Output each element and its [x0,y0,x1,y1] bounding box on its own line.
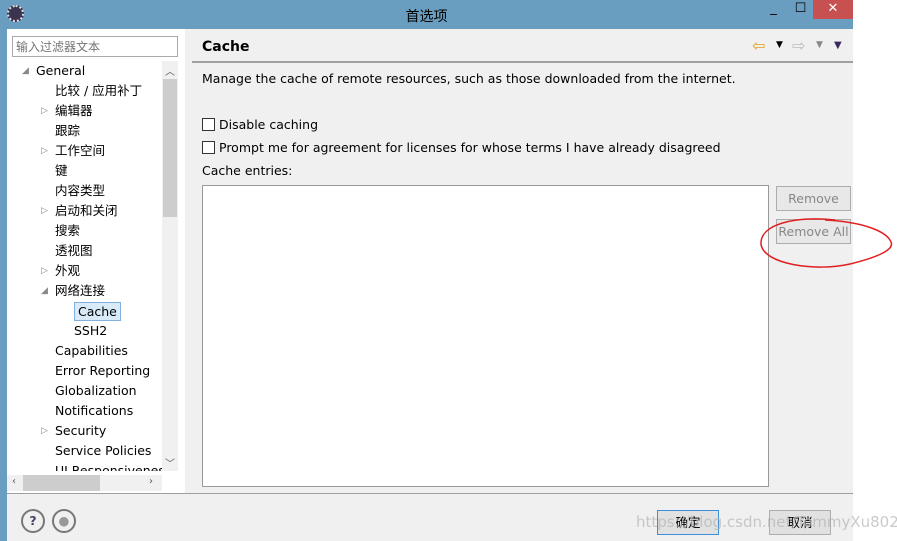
checkbox-box[interactable] [202,118,215,131]
window-title: 首选项 [405,9,448,25]
tree-item-label: 比较 / 应用补丁 [55,83,143,98]
checkbox-label: Disable caching [219,117,318,132]
tree-item-label: Error Reporting [55,363,151,378]
red-annotation-circle [760,218,893,268]
tree-item[interactable]: SSH2 [7,321,162,341]
preference-tree: ◢ General 比较 / 应用补丁 ▷ 编辑器跟踪 ▷ 工作空间键内容类型 ▷ 启动和关闭搜… [7,61,162,471]
tree-item-label: Security [55,423,107,438]
checkbox-box[interactable] [202,141,215,154]
scroll-thumb[interactable] [163,79,177,217]
tree-item[interactable]: Cache [7,301,162,321]
sidebar: ◢ General 比较 / 应用补丁 ▷ 编辑器跟踪 ▷ 工作空间键内容类型 ▷ 启动和关闭搜… [7,29,185,493]
footer-divider [7,493,853,494]
scroll-right-icon[interactable]: › [149,476,153,487]
tree-item-label: Capabilities [55,343,128,358]
remove-button[interactable]: Remove [776,186,851,211]
back-menu-icon[interactable]: ▼ [776,40,783,50]
tree-item-label: 搜索 [55,223,81,238]
tree-item[interactable]: ▷ 启动和关闭 [7,201,162,221]
checkbox-label: Prompt me for agreement for licenses for… [219,140,721,155]
tree-item-label: 内容类型 [55,183,106,198]
tree-item[interactable]: Notifications [7,401,162,421]
tree-item-label: 网络连接 [55,283,106,298]
tree-item[interactable]: ◢ 网络连接 [7,281,162,301]
tree-item[interactable]: Service Policies [7,441,162,461]
tree-item-label: General [36,63,86,78]
tree-item[interactable]: ◢ General [7,61,162,81]
page-header: Cache ⇦ ▼ ⇨ ▼ ▼ [192,29,853,63]
close-button[interactable]: ✕ [813,0,853,19]
help-icon[interactable]: ? [21,509,45,533]
scroll-left-icon[interactable]: ‹ [12,476,16,487]
tree-item-label: Service Policies [55,443,152,458]
vertical-scrollbar[interactable]: ︿ ﹀ [162,61,178,471]
page-description: Manage the cache of remote resources, su… [202,71,736,86]
record-icon[interactable]: ● [52,509,76,533]
tree-item-label: 编辑器 [55,103,93,118]
tree-item-label: 外观 [55,263,81,278]
back-icon[interactable]: ⇦ [752,36,765,55]
tree-item-label: SSH2 [74,323,108,338]
collapsed-arrow-icon[interactable]: ▷ [41,261,48,281]
tree-item-label: 键 [55,163,68,178]
tree-item-label: Globalization [55,383,137,398]
scroll-thumb[interactable] [23,475,100,491]
tree-item-label: Notifications [55,403,134,418]
tree-item[interactable]: Globalization [7,381,162,401]
tree-item-label: UI Responsiveness [55,463,162,471]
forward-menu-icon[interactable]: ▼ [816,40,823,50]
tree-item-label: 工作空间 [55,143,106,158]
scroll-down-icon[interactable]: ﹀ [165,455,175,470]
tree-item-label: 透视图 [55,243,93,258]
tree-item[interactable]: UI Responsiveness [7,461,162,471]
page-title: Cache [202,39,250,55]
collapsed-arrow-icon[interactable]: ▷ [41,101,48,121]
title-bar: 首选项 _ ☐ ✕ [0,0,853,29]
tree-item[interactable]: ▷ 外观 [7,261,162,281]
tree-item[interactable]: Error Reporting [7,361,162,381]
watermark: https://blog.csdn.net/TommyXu8023 [636,513,897,531]
expanded-arrow-icon[interactable]: ◢ [41,281,48,301]
tree-item-label: 启动和关闭 [55,203,118,218]
tree-item[interactable]: 跟踪 [7,121,162,141]
tree-item[interactable]: Capabilities [7,341,162,361]
view-menu-icon[interactable]: ▼ [834,40,842,51]
collapsed-arrow-icon[interactable]: ▷ [41,141,48,161]
tree-item[interactable]: 比较 / 应用补丁 [7,81,162,101]
collapsed-arrow-icon[interactable]: ▷ [41,421,48,441]
prompt-agreement-checkbox[interactable]: Prompt me for agreement for licenses for… [202,140,721,155]
expanded-arrow-icon[interactable]: ◢ [22,61,29,81]
tree-item-label: 跟踪 [55,123,81,138]
tree-item[interactable]: ▷ 工作空间 [7,141,162,161]
tree-item[interactable]: ▷ Security [7,421,162,441]
tree-item[interactable]: 透视图 [7,241,162,261]
tree-item[interactable]: ▷ 编辑器 [7,101,162,121]
tree-item[interactable]: 键 [7,161,162,181]
maximize-button[interactable]: ☐ [787,0,814,19]
scroll-up-icon[interactable]: ︿ [165,63,175,78]
cache-entries-label: Cache entries: [202,163,293,178]
filter-input[interactable] [12,36,178,57]
tree-item[interactable]: 搜索 [7,221,162,241]
collapsed-arrow-icon[interactable]: ▷ [41,201,48,221]
disable-caching-checkbox[interactable]: Disable caching [202,117,318,132]
tree-item[interactable]: 内容类型 [7,181,162,201]
forward-icon[interactable]: ⇨ [792,36,805,55]
tree-item-label: Cache [74,302,121,321]
horizontal-scrollbar[interactable]: ‹ › [7,475,162,491]
cache-entries-list[interactable] [202,185,769,487]
minimize-button[interactable]: _ [760,0,787,19]
